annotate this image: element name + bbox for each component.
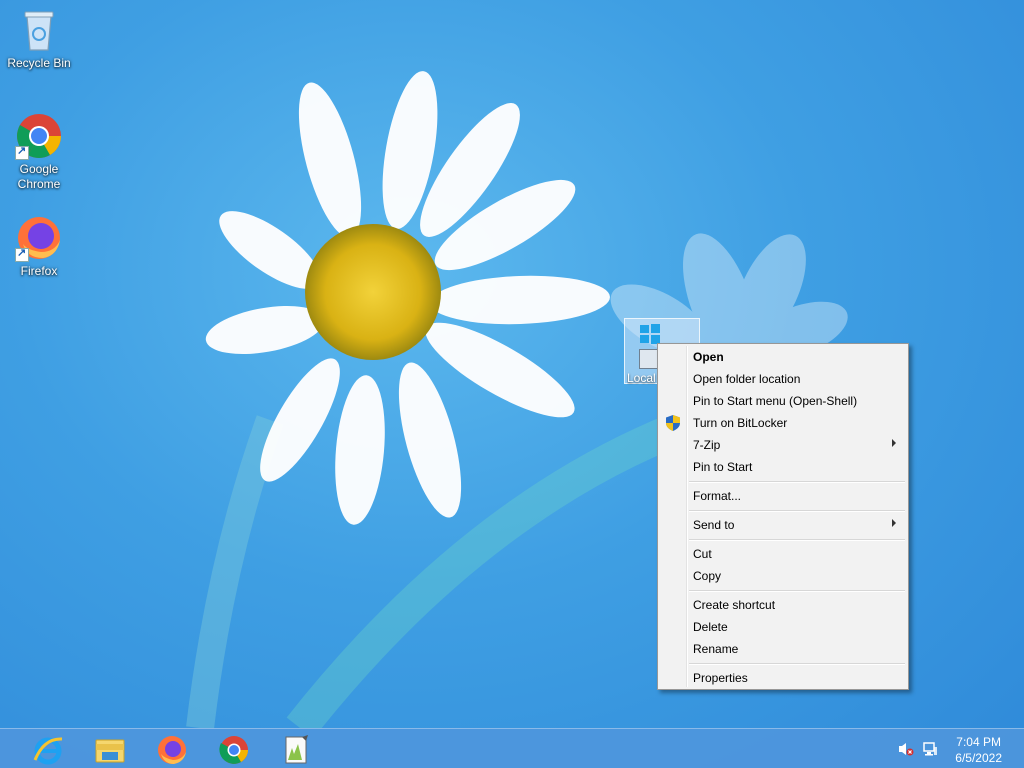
menu-separator [689, 510, 905, 512]
notepad-plus-plus-icon [285, 735, 308, 764]
volume-muted-icon[interactable] [898, 741, 914, 757]
uac-shield-icon [666, 415, 680, 431]
taskbar-button-file-explorer[interactable] [82, 731, 130, 767]
chrome-icon [219, 736, 248, 764]
clock-date: 6/5/2022 [955, 751, 1002, 765]
taskbar-button-internet-explorer[interactable] [20, 731, 68, 767]
clock-time: 7:04 PM [956, 735, 1001, 749]
chrome-icon [15, 112, 63, 160]
menu-item-label: Create shortcut [693, 598, 776, 612]
menu-item-label: Cut [693, 547, 712, 561]
menu-item-label: Format... [693, 489, 742, 503]
menu-item-label: Open folder location [693, 372, 801, 386]
desktop-icon-label: Recycle Bin [7, 56, 71, 70]
menu-item-label: Pin to Start [693, 460, 753, 474]
menu-item-create-shortcut[interactable]: Create shortcut [660, 594, 906, 616]
menu-item-send-to[interactable]: Send to [660, 514, 906, 536]
shortcut-arrow-icon [15, 144, 29, 160]
menu-item-copy[interactable]: Copy [660, 565, 906, 587]
menu-item-delete[interactable]: Delete [660, 616, 906, 638]
menu-item-pin-to-start-menu-open-shell[interactable]: Pin to Start menu (Open-Shell) [660, 390, 906, 412]
desktop-icon-firefox[interactable]: Firefox [1, 214, 77, 279]
file-explorer-icon [95, 739, 125, 763]
desktop-icon-label: Google [19, 162, 59, 176]
shortcut-arrow-icon [15, 246, 29, 262]
menu-item-rename[interactable]: Rename [660, 638, 906, 660]
taskbar-button-chrome[interactable] [206, 731, 254, 767]
shortcut-arrow-icon [639, 349, 659, 369]
menu-item-turn-on-bitlocker[interactable]: Turn on BitLocker [660, 412, 906, 434]
menu-item-cut[interactable]: Cut [660, 543, 906, 565]
menu-separator [689, 481, 905, 483]
menu-item-label: Turn on BitLocker [693, 416, 788, 430]
menu-item-label: Copy [693, 569, 722, 583]
menu-item-properties[interactable]: Properties [660, 667, 906, 689]
submenu-arrow-icon [892, 519, 896, 527]
internet-explorer-icon [33, 737, 63, 765]
menu-item-label: Delete [693, 620, 728, 634]
desktop-icon-label: Local [627, 371, 656, 385]
submenu-arrow-icon [892, 439, 896, 447]
menu-item-7-zip[interactable]: 7-Zip [660, 434, 906, 456]
menu-item-label: Send to [693, 518, 735, 532]
desktop-icon-google-chrome[interactable]: Google Chrome [1, 112, 77, 192]
taskbar: 7:04 PM 6/5/2022 [0, 728, 1024, 768]
menu-item-label: 7-Zip [693, 438, 721, 452]
menu-item-format[interactable]: Format... [660, 485, 906, 507]
taskbar-clock[interactable]: 7:04 PM 6/5/2022 [955, 734, 1002, 766]
network-icon[interactable] [922, 741, 938, 757]
windows-drive-icon [640, 324, 660, 344]
menu-item-open[interactable]: Open [660, 346, 906, 368]
firefox-icon [158, 736, 186, 764]
context-menu: Open Open folder location Pin to Start m… [657, 343, 909, 690]
firefox-icon [15, 214, 63, 262]
menu-separator [689, 539, 905, 541]
desktop-icon-recycle-bin[interactable]: Recycle Bin [1, 6, 77, 71]
menu-item-label: Rename [693, 642, 739, 656]
menu-separator [689, 663, 905, 665]
menu-item-label: Properties [693, 671, 748, 685]
desktop-icon-label: Firefox [20, 264, 58, 278]
menu-item-pin-to-start[interactable]: Pin to Start [660, 456, 906, 478]
recycle-bin-icon [15, 6, 63, 54]
menu-item-open-folder-location[interactable]: Open folder location [660, 368, 906, 390]
taskbar-button-notepad-plus-plus[interactable] [268, 731, 316, 767]
taskbar-button-firefox[interactable] [144, 731, 192, 767]
menu-separator [689, 590, 905, 592]
desktop-icon-label: Chrome [17, 177, 61, 191]
menu-item-label: Open [693, 350, 724, 364]
menu-item-label: Pin to Start menu (Open-Shell) [693, 394, 858, 408]
